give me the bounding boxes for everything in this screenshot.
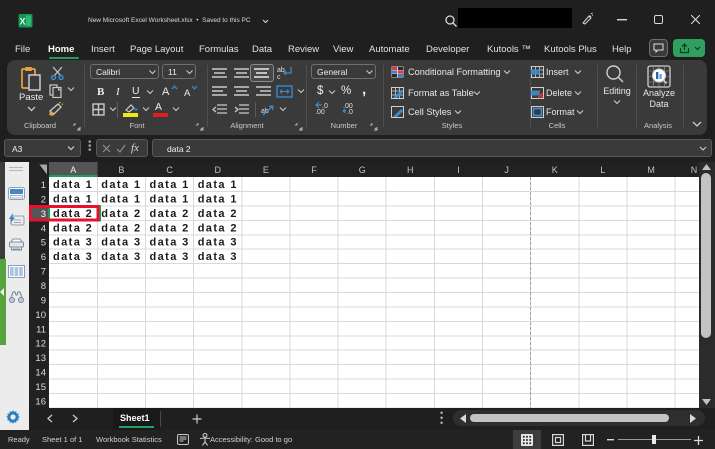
svg-text:data 1: data 1 [150,193,190,205]
svg-text:M: M [647,165,655,175]
svg-text:data 2: data 2 [101,208,141,220]
svg-text:4: 4 [41,223,46,234]
svg-text:data 3: data 3 [53,237,93,249]
svg-text:data 2: data 2 [198,222,238,234]
svg-text:7: 7 [41,267,46,278]
svg-text:11: 11 [36,324,46,335]
svg-text:B: B [118,165,124,175]
svg-text:data 1: data 1 [101,193,141,205]
svg-text:data 3: data 3 [198,237,238,249]
svg-text:N: N [691,165,698,175]
svg-text:1: 1 [41,180,46,191]
svg-text:12: 12 [35,339,46,350]
svg-text:c: c [277,74,281,80]
svg-text:3: 3 [41,209,46,220]
svg-text:data 2: data 2 [150,222,190,234]
svg-text:15: 15 [35,382,46,393]
svg-text:data 1: data 1 [53,179,93,191]
svg-text:14: 14 [35,368,46,379]
svg-text:G: G [359,165,366,175]
svg-text:data 1: data 1 [198,179,238,191]
svg-text:2: 2 [41,194,46,205]
svg-text:E: E [263,165,269,175]
svg-text:16: 16 [35,396,46,407]
svg-text:H: H [407,165,414,175]
svg-text:data 2: data 2 [198,208,238,220]
svg-text:data 3: data 3 [53,251,93,263]
svg-text:data 1: data 1 [150,179,190,191]
svg-text:data 3: data 3 [101,237,141,249]
svg-text:X: X [20,17,26,27]
svg-text:9: 9 [41,295,46,306]
svg-text:data 1: data 1 [101,179,141,191]
svg-text:I: I [457,165,460,175]
svg-text:data 3: data 3 [150,251,190,263]
svg-text:C: C [166,165,173,175]
svg-text:13: 13 [35,353,46,364]
svg-text:data 3: data 3 [198,251,238,263]
svg-text:F: F [311,165,317,175]
svg-text:.00: .00 [315,109,325,114]
svg-text:data 1: data 1 [53,193,93,205]
svg-text:5: 5 [41,238,46,249]
svg-text:.0: .0 [347,109,353,114]
svg-text:L: L [600,165,605,175]
svg-text:data 2: data 2 [53,208,93,220]
svg-text:data 2: data 2 [53,222,93,234]
svg-text:10: 10 [35,310,46,321]
svg-text:data 2: data 2 [150,208,190,220]
svg-text:K: K [552,165,558,175]
svg-text:8: 8 [41,281,46,292]
svg-text:data 2: data 2 [101,222,141,234]
svg-text:data 3: data 3 [150,237,190,249]
svg-text:A: A [70,165,76,175]
svg-text:J: J [504,165,509,175]
svg-text:data 1: data 1 [198,193,238,205]
svg-text:6: 6 [41,252,46,263]
svg-text:D: D [214,165,221,175]
svg-text:data 3: data 3 [101,251,141,263]
